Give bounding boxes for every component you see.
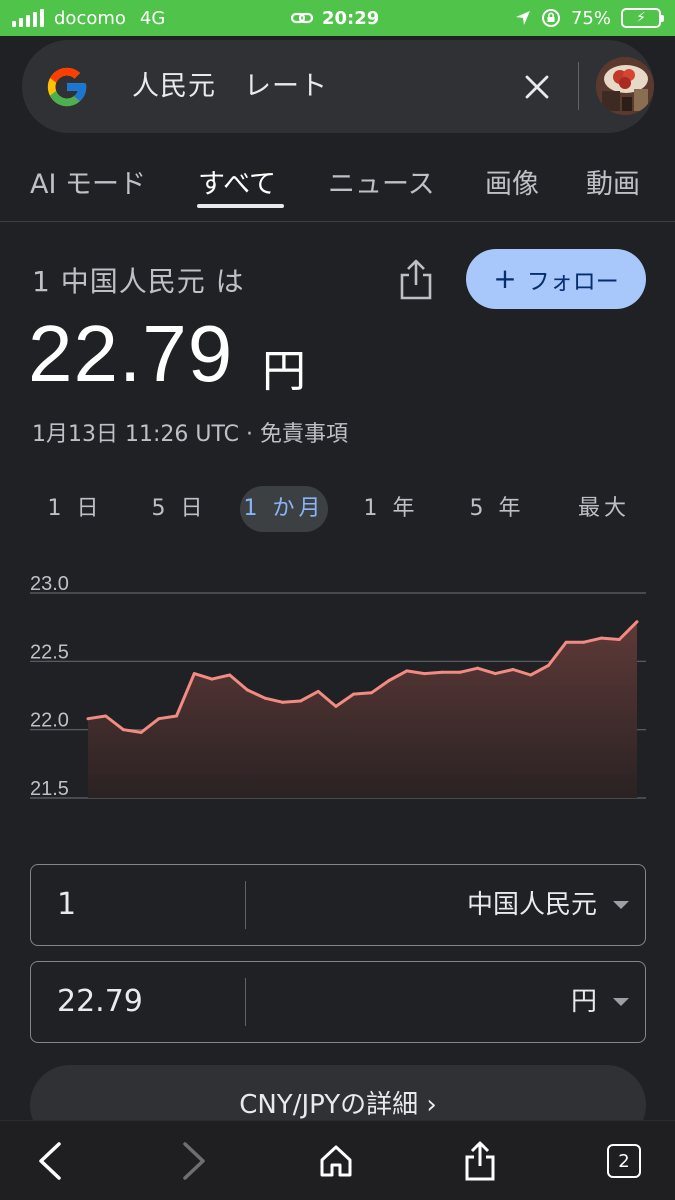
chart-data-point xyxy=(104,714,108,718)
chart-data-point xyxy=(175,714,179,718)
browser-toolbar: 2 xyxy=(0,1120,675,1200)
time-range-selector: 1 日 5 日 1 か月 1 年 5 年 最大 xyxy=(0,486,675,534)
chart-data-point xyxy=(440,670,444,674)
chart-data-point xyxy=(263,696,267,700)
chart-y-tick-label: 22.5 xyxy=(30,641,69,663)
dropdown-arrow-icon[interactable] xyxy=(613,998,629,1006)
chart-area-fill xyxy=(88,621,637,798)
plus-icon: + xyxy=(493,262,517,295)
follow-button[interactable]: + フォロー xyxy=(466,249,646,309)
tab-news[interactable]: ニュース xyxy=(328,162,435,201)
range-5-years[interactable]: 5 年 xyxy=(462,486,532,532)
converter-divider xyxy=(245,881,246,929)
link-icon xyxy=(290,12,314,24)
search-bar[interactable]: 人民元 レート xyxy=(22,40,654,133)
converter-divider xyxy=(245,978,246,1026)
clear-search-button[interactable] xyxy=(516,66,558,108)
tab-images[interactable]: 画像 xyxy=(485,162,539,201)
chevron-left-icon xyxy=(39,1142,61,1180)
battery-percent: 75% xyxy=(570,7,611,29)
chart-data-point xyxy=(210,677,214,681)
home-button[interactable] xyxy=(306,1121,366,1200)
to-currency-select[interactable]: 円 xyxy=(571,962,597,1042)
chart-data-point xyxy=(617,637,621,641)
active-tab-indicator xyxy=(197,204,284,208)
from-currency-select[interactable]: 中国人民元 xyxy=(467,865,597,945)
back-button[interactable] xyxy=(20,1121,80,1200)
chart-data-point xyxy=(139,730,143,734)
share-page-button[interactable] xyxy=(450,1121,510,1200)
chart-data-point xyxy=(458,670,462,674)
tab-all[interactable]: すべて xyxy=(198,162,276,201)
range-1-day[interactable]: 1 日 xyxy=(40,486,110,532)
chart-data-point xyxy=(121,728,125,732)
converter-from-row: 1 中国人民元 xyxy=(30,864,646,946)
home-icon xyxy=(320,1145,352,1177)
rotation-lock-icon xyxy=(541,9,560,27)
rate-timestamp[interactable]: 1月13日 11:26 UTC · 免責事項 xyxy=(32,416,348,448)
chart-data-point xyxy=(600,636,604,640)
tab-videos[interactable]: 動画 xyxy=(586,162,640,201)
chart-data-point xyxy=(564,640,568,644)
chart-data-point xyxy=(493,672,497,676)
range-1-year[interactable]: 1 年 xyxy=(356,486,426,532)
search-divider xyxy=(578,62,579,110)
chart-data-point xyxy=(228,673,232,677)
exchange-rate-unit: 円 xyxy=(262,346,306,397)
chart-data-point xyxy=(635,620,639,624)
chart-y-tick-label: 23.0 xyxy=(30,573,69,595)
signal-strength-icon xyxy=(12,9,44,27)
tab-ai-mode[interactable]: AI モード xyxy=(30,162,146,201)
chart-data-point xyxy=(352,692,356,696)
chart-data-point xyxy=(192,672,196,676)
chart-data-point xyxy=(546,663,550,667)
chart-data-point xyxy=(245,688,249,692)
chart-data-point xyxy=(476,666,480,670)
forward-button[interactable] xyxy=(164,1121,224,1200)
chart-data-point xyxy=(157,717,161,721)
share-icon[interactable] xyxy=(396,258,436,302)
exchange-rate-value: 22.79 xyxy=(28,309,234,398)
battery-icon: ⚡ xyxy=(621,8,664,28)
conversion-headline: 1 中国人民元 は xyxy=(32,265,245,298)
range-1-month[interactable]: 1 か月 xyxy=(240,486,328,532)
chart-data-point xyxy=(511,668,515,672)
chevron-right-icon xyxy=(183,1142,205,1180)
exchange-rate-chart[interactable]: 23.0 22.5 22.0 21.5 xyxy=(0,570,675,820)
tab-count: 2 xyxy=(607,1144,641,1178)
tabs-button[interactable]: 2 xyxy=(594,1121,654,1200)
chart-y-tick-label: 21.5 xyxy=(30,778,69,800)
chart-data-point xyxy=(582,640,586,644)
converter-to-row: 22.79 円 xyxy=(30,961,646,1043)
dropdown-arrow-icon[interactable] xyxy=(613,901,629,909)
share-icon xyxy=(465,1141,495,1181)
chart-data-point xyxy=(369,691,373,695)
google-logo-icon xyxy=(47,67,87,107)
to-amount-input[interactable]: 22.79 xyxy=(57,962,143,1042)
range-max[interactable]: 最大 xyxy=(568,486,640,532)
chart-data-point xyxy=(86,717,90,721)
avatar[interactable] xyxy=(596,57,654,115)
search-query[interactable]: 人民元 レート xyxy=(132,40,328,133)
range-5-days[interactable]: 5 日 xyxy=(144,486,214,532)
from-amount-input[interactable]: 1 xyxy=(57,865,76,945)
status-bar: docomo 4G 20:29 75% ⚡ xyxy=(0,0,675,36)
chart-y-tick-label: 22.0 xyxy=(30,710,69,732)
chart-data-point xyxy=(281,700,285,704)
chart-data-point xyxy=(316,689,320,693)
chart-data-point xyxy=(422,672,426,676)
chart-data-point xyxy=(387,678,391,682)
follow-label: フォロー xyxy=(526,269,619,295)
close-icon xyxy=(525,75,549,99)
clock: 20:29 xyxy=(322,7,380,29)
chart-data-point xyxy=(334,704,338,708)
chart-data-point xyxy=(529,673,533,677)
location-arrow-icon xyxy=(515,11,530,25)
carrier-label: docomo xyxy=(54,7,126,29)
search-tabs: AI モード すべて ニュース 画像 動画 xyxy=(0,150,675,222)
network-label: 4G xyxy=(139,7,166,29)
chart-data-point xyxy=(405,669,409,673)
chart-data-point xyxy=(299,699,303,703)
